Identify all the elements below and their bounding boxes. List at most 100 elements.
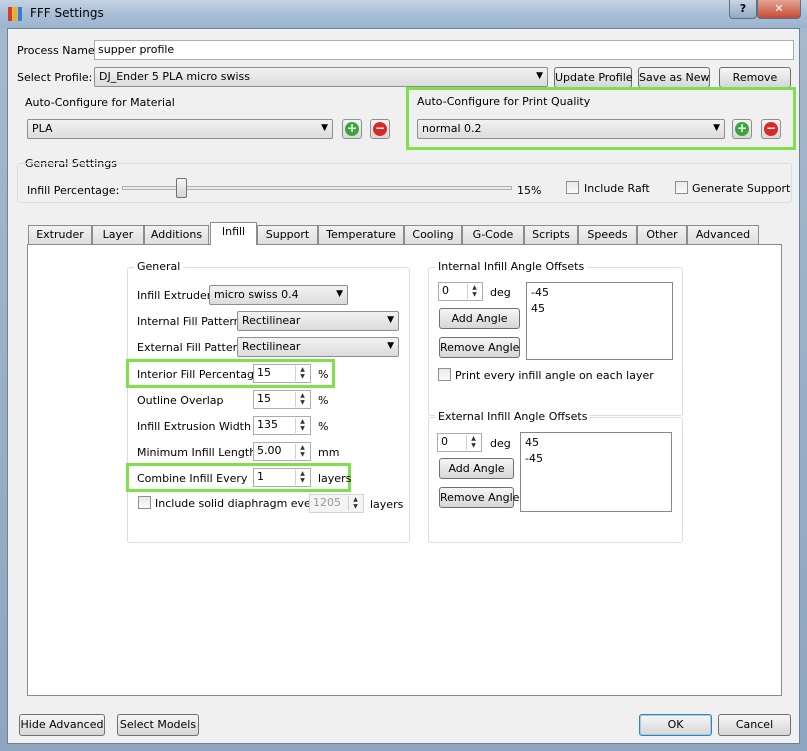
- combine-infill-spinbox[interactable]: 1 ▲ ▼: [253, 468, 311, 487]
- spin-arrows-icon[interactable]: ▲ ▼: [295, 470, 309, 485]
- internal-pattern-value: Rectilinear: [242, 314, 301, 327]
- external-angle-spinbox[interactable]: 0 ▲ ▼: [437, 433, 482, 452]
- include-raft-label: Include Raft: [584, 182, 650, 195]
- solid-diaphragm-label: Include solid diaphragm every: [155, 497, 322, 510]
- help-button[interactable]: ?: [729, 0, 757, 19]
- settings-dialog: Process Name: supper profile Select Prof…: [7, 28, 800, 744]
- internal-add-angle-button[interactable]: Add Angle: [439, 308, 520, 329]
- remove-quality-button[interactable]: −: [761, 119, 781, 139]
- extrusion-width-spinbox[interactable]: 135 ▲ ▼: [253, 416, 311, 435]
- tab-speeds[interactable]: Speeds: [578, 225, 637, 244]
- external-angle-unit: deg: [490, 437, 511, 450]
- interior-fill-spinbox[interactable]: 15 ▲ ▼: [253, 364, 311, 383]
- extrusion-width-unit: %: [318, 420, 329, 433]
- chevron-down-icon: ▼: [336, 289, 343, 299]
- select-models-button[interactable]: Select Models: [117, 714, 199, 736]
- close-button[interactable]: ✕: [757, 0, 801, 19]
- combine-infill-unit: layers: [318, 472, 352, 485]
- tab-support[interactable]: Support: [257, 225, 318, 244]
- tab-temperature[interactable]: Temperature: [318, 225, 404, 244]
- spin-arrows-icon[interactable]: ▲ ▼: [348, 496, 362, 511]
- add-material-button[interactable]: +: [342, 119, 362, 139]
- update-profile-button[interactable]: Update Profile: [554, 67, 633, 88]
- list-item[interactable]: 45: [531, 301, 668, 317]
- tab-advanced[interactable]: Advanced: [687, 225, 759, 244]
- infill-slider-thumb[interactable]: [175, 178, 187, 198]
- list-item[interactable]: 45: [525, 435, 667, 451]
- spin-arrows-icon[interactable]: ▲ ▼: [466, 435, 480, 450]
- print-every-angle-checkbox[interactable]: [438, 368, 451, 381]
- material-dropdown[interactable]: PLA ▼: [27, 119, 333, 139]
- tab-additions[interactable]: Additions: [144, 225, 209, 244]
- ok-button[interactable]: OK: [639, 714, 712, 736]
- solid-diaphragm-unit: layers: [370, 498, 404, 511]
- infill-extruder-dropdown[interactable]: micro swiss 0.4 ▼: [209, 285, 348, 305]
- cancel-button[interactable]: Cancel: [718, 714, 791, 736]
- outline-overlap-unit: %: [318, 394, 329, 407]
- material-value: PLA: [32, 122, 53, 135]
- hide-advanced-button[interactable]: Hide Advanced: [19, 714, 105, 736]
- select-profile-value: DJ_Ender 5 PLA micro swiss: [99, 70, 251, 83]
- tab-gcode[interactable]: G-Code: [462, 225, 524, 244]
- spin-arrows-icon[interactable]: ▲ ▼: [467, 284, 481, 299]
- spin-arrows-icon[interactable]: ▲ ▼: [295, 444, 309, 459]
- internal-pattern-label: Internal Fill Pattern: [137, 315, 241, 328]
- interior-fill-unit: %: [318, 368, 329, 381]
- spin-arrows-icon[interactable]: ▲ ▼: [295, 418, 309, 433]
- remove-profile-button[interactable]: Remove: [719, 67, 791, 88]
- internal-remove-angle-button[interactable]: Remove Angle: [439, 337, 520, 358]
- extrusion-width-value: 135: [257, 418, 278, 431]
- external-add-angle-button[interactable]: Add Angle: [439, 458, 514, 479]
- print-every-angle-label: Print every infill angle on each layer: [455, 369, 654, 382]
- spin-arrows-icon[interactable]: ▲ ▼: [295, 366, 309, 381]
- internal-pattern-dropdown[interactable]: Rectilinear ▼: [237, 311, 399, 331]
- solid-diaphragm-checkbox[interactable]: [138, 496, 151, 509]
- min-infill-length-label: Minimum Infill Length: [137, 446, 257, 459]
- print-quality-value: normal 0.2: [422, 122, 482, 135]
- external-angles-list[interactable]: 45 -45: [520, 432, 672, 512]
- list-item[interactable]: -45: [531, 285, 668, 301]
- external-pattern-label: External Fill Pattern: [137, 341, 244, 354]
- min-infill-length-unit: mm: [318, 446, 340, 459]
- outline-overlap-label: Outline Overlap: [137, 394, 224, 407]
- print-quality-dropdown[interactable]: normal 0.2 ▼: [417, 119, 725, 139]
- spin-arrows-icon[interactable]: ▲ ▼: [295, 392, 309, 407]
- tab-infill[interactable]: Infill: [210, 222, 257, 245]
- generate-support-label: Generate Support: [692, 182, 791, 195]
- external-angle-value: 0: [441, 435, 448, 448]
- tab-scripts[interactable]: Scripts: [524, 225, 578, 244]
- select-profile-label: Select Profile:: [17, 71, 93, 84]
- title-bar[interactable]: FFF Settings ? ✕: [0, 0, 807, 28]
- save-as-new-button[interactable]: Save as New: [638, 67, 710, 88]
- infill-extruder-label: Infill Extruder: [137, 289, 212, 302]
- infill-tab-panel: General Infill Extruder micro swiss 0.4 …: [27, 244, 782, 696]
- add-quality-button[interactable]: +: [732, 119, 752, 139]
- tab-extruder[interactable]: Extruder: [28, 225, 92, 244]
- remove-material-button[interactable]: −: [370, 119, 390, 139]
- minus-icon: −: [373, 121, 387, 136]
- external-pattern-dropdown[interactable]: Rectilinear ▼: [237, 337, 399, 357]
- auto-material-title: Auto-Configure for Material: [25, 96, 175, 109]
- process-name-label: Process Name:: [17, 44, 99, 57]
- include-raft-checkbox[interactable]: [566, 181, 579, 194]
- plus-icon: +: [735, 121, 749, 136]
- solid-diaphragm-spinbox[interactable]: 1205 ▲ ▼: [309, 494, 364, 513]
- tab-other[interactable]: Other: [637, 225, 687, 244]
- external-offsets-title: External Infill Angle Offsets: [435, 410, 591, 423]
- infill-general-title: General: [134, 260, 184, 273]
- external-remove-angle-button[interactable]: Remove Angle: [439, 487, 519, 508]
- min-infill-length-spinbox[interactable]: 5.00 ▲ ▼: [253, 442, 311, 461]
- external-pattern-value: Rectilinear: [242, 340, 301, 353]
- select-profile-dropdown[interactable]: DJ_Ender 5 PLA micro swiss ▼: [94, 67, 548, 87]
- internal-offsets-title: Internal Infill Angle Offsets: [435, 260, 588, 273]
- process-name-input[interactable]: supper profile: [94, 40, 794, 60]
- internal-angles-list[interactable]: -45 45: [526, 282, 673, 360]
- tab-cooling[interactable]: Cooling: [404, 225, 462, 244]
- internal-angle-spinbox[interactable]: 0 ▲ ▼: [438, 282, 483, 301]
- outline-overlap-spinbox[interactable]: 15 ▲ ▼: [253, 390, 311, 409]
- tab-layer[interactable]: Layer: [92, 225, 144, 244]
- combine-infill-value: 1: [257, 470, 264, 483]
- generate-support-checkbox[interactable]: [675, 181, 688, 194]
- list-item[interactable]: -45: [525, 451, 667, 467]
- app-icon: [8, 6, 24, 22]
